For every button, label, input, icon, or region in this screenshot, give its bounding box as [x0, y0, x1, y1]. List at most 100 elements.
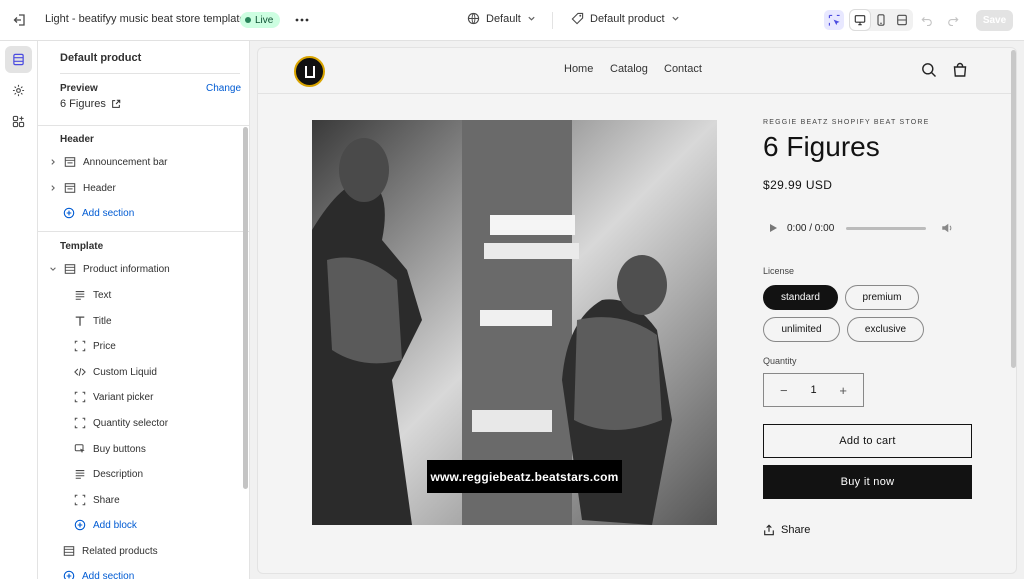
section-icon [63, 181, 77, 195]
text-icon [73, 288, 87, 302]
block-label: Quantity selector [93, 417, 169, 429]
block-variant-picker[interactable]: Variant picker [38, 385, 242, 409]
settings-icon [12, 84, 25, 97]
license-option-standard[interactable]: standard [763, 285, 838, 310]
license-option-unlimited[interactable]: unlimited [763, 317, 840, 342]
nav-catalog[interactable]: Catalog [610, 63, 648, 75]
section-header[interactable]: Header [38, 176, 242, 200]
audio-player: 0:00 / 0:00 [768, 214, 978, 242]
block-buy-buttons[interactable]: Buy buttons [38, 437, 242, 461]
share-icon [764, 524, 774, 536]
buy-now-button[interactable]: Buy it now [763, 465, 972, 499]
license-option-premium[interactable]: premium [845, 285, 919, 310]
redo-button[interactable] [943, 10, 963, 30]
audio-seek-bar[interactable] [846, 226, 927, 230]
chevron-right-icon[interactable] [48, 158, 58, 166]
desktop-icon [854, 15, 866, 26]
sections-icon [13, 53, 24, 66]
plus-circle-icon [62, 206, 76, 220]
product-image[interactable]: www.reggiebeatz.beatstars.com [312, 120, 717, 525]
play-icon[interactable] [768, 223, 778, 233]
quantity-increase-button[interactable]: + [839, 383, 847, 398]
mobile-view-button[interactable] [871, 10, 891, 30]
block-share[interactable]: Share [38, 488, 242, 512]
change-preview-link[interactable]: Change [206, 83, 241, 94]
add-to-cart-button[interactable]: Add to cart [763, 424, 972, 458]
share-button[interactable]: Share [763, 524, 810, 536]
search-icon [922, 63, 936, 77]
context-selector[interactable]: Default [467, 12, 536, 25]
block-label: Share [93, 494, 120, 506]
chevron-right-icon[interactable] [48, 184, 58, 192]
plus-circle-icon [62, 569, 76, 579]
section-icon [62, 544, 76, 558]
block-label: Variant picker [93, 391, 154, 403]
inspector-button[interactable] [824, 10, 844, 30]
chevron-down-icon [528, 16, 535, 21]
block-frame-icon [73, 390, 87, 404]
save-button[interactable]: Save [976, 10, 1013, 31]
divider [38, 231, 249, 232]
volume-icon[interactable] [941, 222, 953, 234]
chevron-down-icon [671, 16, 679, 21]
nav-contact[interactable]: Contact [664, 63, 702, 75]
section-icon [63, 262, 77, 276]
add-section-template-button[interactable]: Add section [38, 564, 242, 579]
cart-button[interactable] [951, 61, 969, 79]
live-dot [245, 17, 251, 23]
section-label: Related products [82, 545, 158, 557]
external-link-icon [112, 99, 121, 108]
image-watermark: www.reggiebeatz.beatstars.com [427, 460, 622, 493]
page-selector[interactable]: Default product [571, 12, 680, 25]
section-announcement-bar[interactable]: Announcement bar [38, 150, 242, 174]
nav-home[interactable]: Home [564, 63, 593, 75]
quantity-decrease-button[interactable]: − [780, 383, 788, 398]
settings-rail-button[interactable] [5, 77, 32, 104]
block-price[interactable]: Price [38, 334, 242, 358]
quantity-value[interactable]: 1 [810, 384, 816, 396]
desktop-view-button[interactable] [850, 10, 870, 30]
section-related-products[interactable]: Related products [38, 539, 242, 563]
preview-scrollbar-thumb[interactable] [1011, 50, 1016, 368]
section-label: Announcement bar [83, 156, 168, 168]
sidebar-scrollbar-thumb[interactable] [243, 127, 248, 489]
header-group-heading: Header [60, 134, 94, 145]
add-section-label: Add section [82, 207, 135, 219]
chevron-down-icon[interactable] [48, 265, 58, 273]
block-label: Custom Liquid [93, 366, 157, 378]
block-title[interactable]: Title [38, 309, 242, 333]
store-logo[interactable] [294, 56, 325, 87]
sections-sidebar: Default product Preview Change 6 Figures… [38, 41, 250, 579]
block-quantity-selector[interactable]: Quantity selector [38, 411, 242, 435]
fullscreen-icon [897, 14, 907, 26]
apps-rail-button[interactable] [5, 108, 32, 135]
block-custom-liquid[interactable]: Custom Liquid [38, 360, 242, 384]
add-section-header-button[interactable]: Add section [38, 201, 242, 225]
apps-icon [12, 115, 25, 128]
live-badge-label: Live [255, 14, 274, 26]
preview-label: Preview [60, 83, 98, 94]
live-badge: Live [240, 12, 281, 28]
product-vendor: REGGIE BEATZ SHOPIFY BEAT STORE [763, 119, 930, 126]
block-description[interactable]: Description [38, 462, 242, 486]
fullscreen-view-button[interactable] [892, 10, 912, 30]
text-icon [73, 467, 87, 481]
more-actions-button[interactable] [292, 11, 312, 29]
exit-icon [13, 14, 25, 26]
add-block-button[interactable]: Add block [38, 513, 242, 537]
search-button[interactable] [920, 61, 938, 79]
section-product-information[interactable]: Product information [38, 257, 242, 281]
sidebar-scrollbar[interactable] [243, 127, 248, 577]
block-text[interactable]: Text [38, 283, 242, 307]
license-option-exclusive[interactable]: exclusive [847, 317, 924, 342]
preview-product-name: 6 Figures [60, 98, 106, 110]
audio-time: 0:00 / 0:00 [787, 222, 835, 234]
globe-icon [467, 12, 480, 25]
separator [552, 12, 553, 29]
cart-icon [953, 62, 967, 77]
preview-product-link[interactable]: 6 Figures [60, 98, 121, 110]
sections-rail-button[interactable] [5, 46, 32, 73]
exit-button[interactable] [8, 9, 32, 31]
device-toggle-group [849, 9, 913, 31]
undo-button[interactable] [917, 10, 937, 30]
